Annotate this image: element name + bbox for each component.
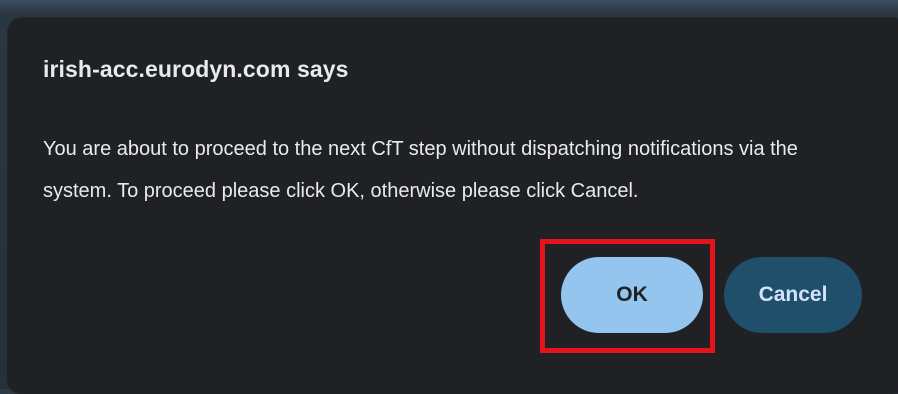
- ok-button[interactable]: OK: [561, 257, 703, 333]
- cancel-button[interactable]: Cancel: [724, 257, 862, 333]
- dialog-title: irish-acc.eurodyn.com says: [43, 56, 349, 82]
- dialog-message: You are about to proceed to the next CfT…: [43, 138, 798, 202]
